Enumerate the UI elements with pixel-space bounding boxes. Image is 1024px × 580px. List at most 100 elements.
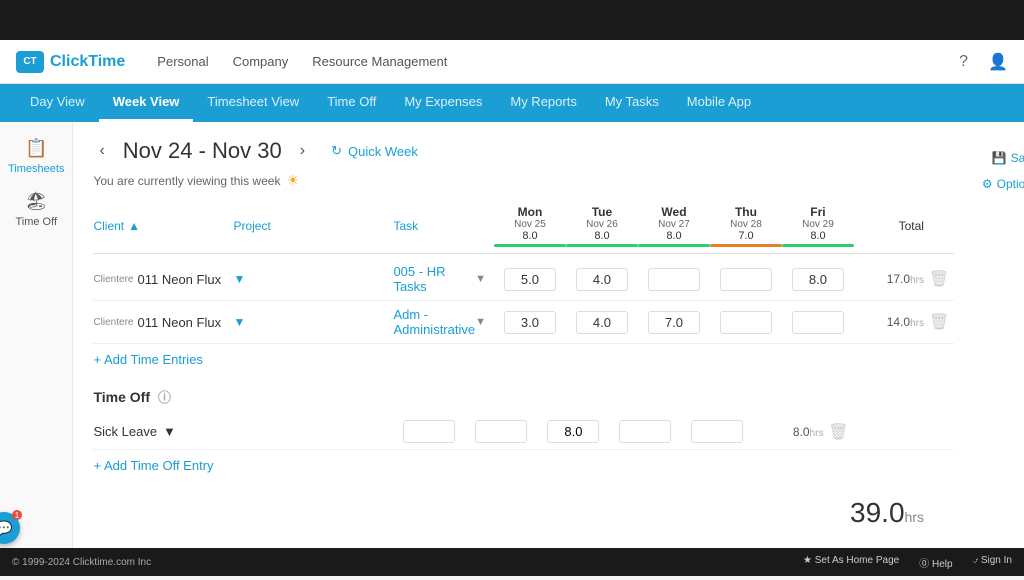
project-header-label: Project <box>233 219 270 233</box>
project-dropdown-icon-2[interactable]: ▼ <box>233 315 245 329</box>
entry-project-2: ▼ <box>233 315 393 329</box>
project-dropdown-icon-1[interactable]: ▼ <box>233 272 245 286</box>
help-link[interactable]: ⓪ Help <box>919 555 952 570</box>
day-header-tue: Tue Nov 26 8.0 <box>566 205 638 247</box>
chat-icon: 💬 <box>0 520 13 537</box>
day-date-fri: Nov 29 <box>782 219 854 230</box>
tab-tasks[interactable]: My Tasks <box>591 84 673 122</box>
footer-links: ★ Set As Home Page ⓪ Help ⍻ Sign In <box>803 555 1012 570</box>
tab-day-view[interactable]: Day View <box>16 84 99 122</box>
day-bar-fri <box>782 244 854 247</box>
timeoff-dropdown-icon[interactable]: ▼ <box>163 424 176 439</box>
tab-timesheet-view[interactable]: Timesheet View <box>193 84 313 122</box>
tab-expenses[interactable]: My Expenses <box>390 84 496 122</box>
thu-input-1[interactable] <box>720 268 772 291</box>
grand-total-unit: hrs <box>905 509 924 525</box>
sign-in-link[interactable]: ⍻ Sign In <box>973 555 1012 570</box>
client-value-2: 011 Neon Flux <box>137 315 221 330</box>
entry-fri-2 <box>782 311 854 334</box>
content-area: ‹ Nov 24 - Nov 30 › ↻ Quick Week You are… <box>73 122 1024 548</box>
fri-input-2[interactable] <box>792 311 844 334</box>
task-dropdown-icon-1[interactable]: ▼ <box>475 273 486 285</box>
col-header-project[interactable]: Project <box>233 219 393 233</box>
task-name-2: Adm - Administrative <box>393 307 475 337</box>
sidebar-item-timesheets[interactable]: 📋 Timesheets <box>8 138 64 175</box>
day-date-wed: Nov 27 <box>638 219 710 230</box>
viewing-notice: You are currently viewing this week ☀ <box>93 172 954 189</box>
thu-input-2[interactable] <box>720 311 772 334</box>
logo-icon: CT <box>16 51 44 73</box>
content-actions: 💾 Save ⚙ Options <box>954 138 1024 529</box>
timeoff-fri-input-1[interactable] <box>691 420 743 443</box>
mon-input-1[interactable]: 5.0 <box>504 268 556 291</box>
viewing-text: You are currently viewing this week <box>93 174 280 188</box>
entry-total-1: 17.0hrs <box>854 272 924 286</box>
timeoff-total-unit-1: hrs <box>810 428 824 439</box>
col-header-task[interactable]: Task <box>393 219 494 233</box>
wed-input-1[interactable] <box>648 268 700 291</box>
grand-total: 39.0hrs <box>93 497 954 529</box>
total-unit-1: hrs <box>910 275 924 286</box>
client-label-1: Clientere <box>93 274 133 285</box>
table-header-row: Client ▲ Project Task Mon Nov 25 8.0 <box>93 205 954 254</box>
delete-timeoff-1-button[interactable]: 🗑 <box>828 422 848 442</box>
entry-tue-2: 4.0 <box>566 311 638 334</box>
nav-company[interactable]: Company <box>233 54 289 69</box>
day-name-thu: Thu <box>710 205 782 219</box>
help-icon[interactable]: ? <box>959 53 968 71</box>
day-header-mon: Mon Nov 25 8.0 <box>494 205 566 247</box>
col-header-client[interactable]: Client ▲ <box>93 219 233 233</box>
timeoff-fri-1 <box>681 420 753 443</box>
tab-week-view[interactable]: Week View <box>99 84 194 122</box>
timeoff-total-value-1: 8.0 <box>793 425 810 439</box>
timeoff-tue-1 <box>465 420 537 443</box>
day-date-mon: Nov 25 <box>494 219 566 230</box>
timeoff-info-icon[interactable]: ⓘ <box>158 387 171 406</box>
timeoff-total-1: 8.0hrs <box>753 425 823 439</box>
add-time-off-entry-label: + Add Time Off Entry <box>93 458 213 473</box>
save-label: Save <box>1011 151 1024 165</box>
tue-input-2[interactable]: 4.0 <box>576 311 628 334</box>
timeoff-mon-input-1[interactable] <box>403 420 455 443</box>
next-week-button[interactable]: › <box>294 140 311 162</box>
add-time-entries-row[interactable]: + Add Time Entries <box>93 344 954 375</box>
save-icon: 💾 <box>992 151 1007 165</box>
user-icon[interactable]: 👤 <box>988 52 1008 72</box>
gear-icon: ⚙ <box>982 177 993 191</box>
nav-personal[interactable]: Personal <box>157 54 208 69</box>
list-item: Sick Leave ▼ 8.0 <box>93 414 954 450</box>
entry-client-2: Clientere 011 Neon Flux <box>93 315 233 330</box>
timeoff-thu-1 <box>609 420 681 443</box>
client-value-1: 011 Neon Flux <box>137 272 221 287</box>
timeoff-tue-input-1[interactable] <box>475 420 527 443</box>
mon-input-2[interactable]: 3.0 <box>504 311 556 334</box>
tab-reports[interactable]: My Reports <box>496 84 590 122</box>
fri-input-1[interactable]: 8.0 <box>792 268 844 291</box>
entry-task-1: 005 - HR Tasks ▼ <box>393 264 494 294</box>
tue-input-1[interactable]: 4.0 <box>576 268 628 291</box>
options-button[interactable]: ⚙ Options <box>976 174 1024 194</box>
timeoff-thu-input-1[interactable] <box>619 420 671 443</box>
tab-time-off[interactable]: Time Off <box>313 84 390 122</box>
set-home-link[interactable]: ★ Set As Home Page <box>803 555 899 570</box>
wed-input-2[interactable]: 7.0 <box>648 311 700 334</box>
task-dropdown-icon-2[interactable]: ▼ <box>475 316 486 328</box>
day-bar-wed <box>638 244 710 247</box>
entry-fri-1: 8.0 <box>782 268 854 291</box>
day-hours-wed: 8.0 <box>638 230 710 242</box>
entry-thu-1 <box>710 268 782 291</box>
day-date-thu: Nov 28 <box>710 219 782 230</box>
sidebar-item-timeoff[interactable]: 🏖 Time Off <box>8 191 64 228</box>
delete-entry-2-button[interactable]: 🗑 <box>929 312 949 332</box>
timeoff-wed-input-1[interactable]: 8.0 <box>547 420 599 443</box>
save-button[interactable]: 💾 Save <box>986 148 1024 168</box>
tab-mobile[interactable]: Mobile App <box>673 84 765 122</box>
grand-total-value: 39.0 <box>850 497 905 528</box>
day-bar-tue <box>566 244 638 247</box>
quick-week-button[interactable]: ↻ Quick Week <box>331 143 418 159</box>
nav-resource[interactable]: Resource Management <box>312 54 447 69</box>
sidebar: 📋 Timesheets 🏖 Time Off <box>0 122 73 548</box>
prev-week-button[interactable]: ‹ <box>93 140 110 162</box>
delete-entry-1-button[interactable]: 🗑 <box>929 269 949 289</box>
add-time-off-entry-row[interactable]: + Add Time Off Entry <box>93 450 954 481</box>
